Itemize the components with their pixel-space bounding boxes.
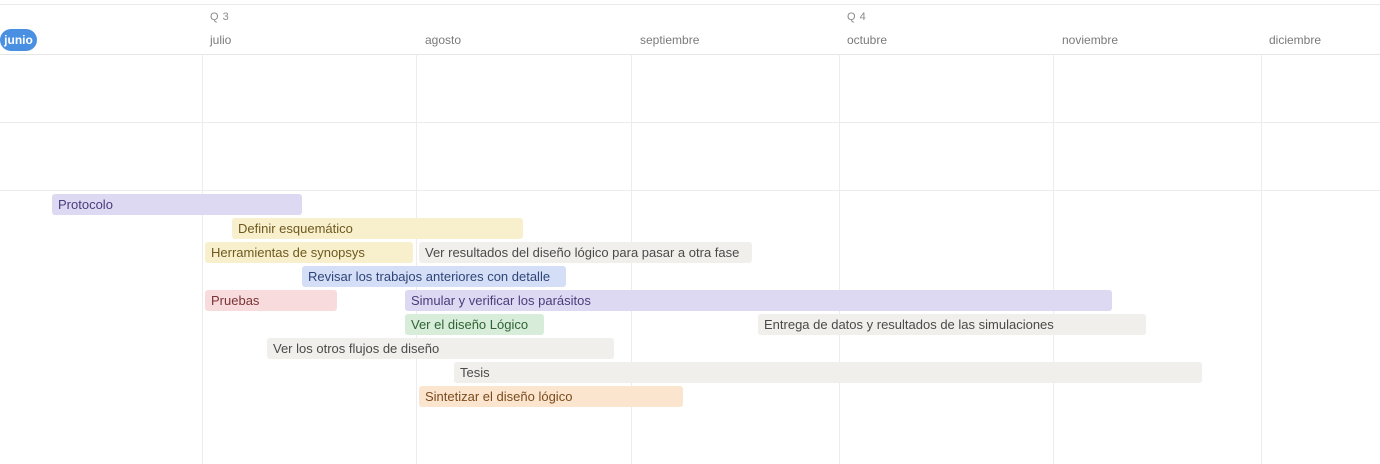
month-label-octubre: octubre (847, 33, 888, 47)
top-divider (0, 4, 1380, 5)
month-label-agosto: agosto (425, 33, 462, 47)
task-bar-simular-parasitos[interactable]: Simular y verificar los parásitos (405, 290, 1112, 311)
month-label-septiembre: septiembre (640, 33, 700, 47)
month-label-julio: julio (210, 33, 232, 47)
month-gridline (202, 54, 203, 464)
task-bar-ver-resultados[interactable]: Ver resultados del diseño lógico para pa… (419, 242, 752, 263)
month-gridline (839, 54, 840, 464)
task-bar-pruebas[interactable]: Pruebas (205, 290, 337, 311)
task-bar-entrega-datos[interactable]: Entrega de datos y resultados de las sim… (758, 314, 1146, 335)
month-gridline (1053, 54, 1054, 464)
task-bar-revisar-trabajos[interactable]: Revisar los trabajos anteriores con deta… (302, 266, 566, 287)
row-divider (0, 190, 1380, 191)
current-month-badge[interactable]: junio (0, 29, 37, 51)
task-bar-ver-diseno-logico[interactable]: Ver el diseño Lógico (405, 314, 544, 335)
task-bar-tesis[interactable]: Tesis (454, 362, 1202, 383)
quarter-label-q3: Q 3 (210, 11, 230, 23)
month-label-noviembre: noviembre (1062, 33, 1119, 47)
task-bar-protocolo[interactable]: Protocolo (52, 194, 302, 215)
timeline-view: junio Q 3 Q 4 julio agosto septiembre oc… (0, 0, 1380, 464)
task-bar-sintetizar[interactable]: Sintetizar el diseño lógico (419, 386, 683, 407)
row-divider (0, 122, 1380, 123)
task-bar-ver-otros-flujos[interactable]: Ver los otros flujos de diseño (267, 338, 614, 359)
task-bar-definir-esquematico[interactable]: Definir esquemático (232, 218, 523, 239)
month-label-diciembre: diciembre (1269, 33, 1322, 47)
month-gridline (416, 54, 417, 464)
month-gridline (1261, 54, 1262, 464)
quarter-label-q4: Q 4 (847, 11, 867, 23)
task-bar-herramientas-synopsys[interactable]: Herramientas de synopsys (205, 242, 413, 263)
header-divider (0, 54, 1380, 55)
